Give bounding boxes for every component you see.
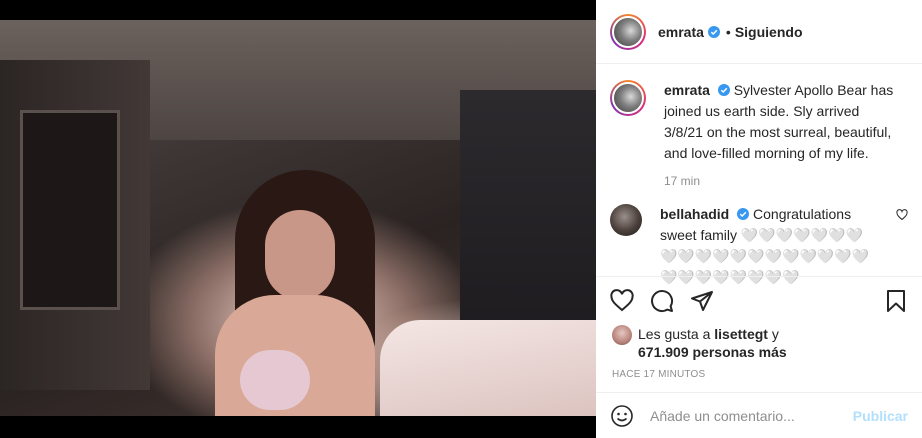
caption: emrata Sylvester Apollo Bear has joined … (610, 80, 908, 164)
following-button[interactable]: Siguiendo (735, 24, 803, 40)
likes-user-link[interactable]: lisettegt (714, 326, 768, 342)
add-comment-bar: Añade un comentario... Publicar (596, 392, 922, 438)
verified-badge-icon (707, 25, 720, 38)
photo-face (265, 210, 335, 300)
post-header: emrata • Siguiendo (596, 0, 922, 64)
caption-username[interactable]: emrata (664, 82, 710, 98)
author-username[interactable]: emrata (658, 24, 704, 40)
photo-sheet (380, 320, 596, 416)
author-avatar-ring[interactable] (610, 13, 646, 50)
comment-input[interactable]: Añade un comentario... (650, 408, 853, 424)
post-media (0, 0, 596, 438)
likes-summary: Les gusta a lisettegt y 671.909 personas… (596, 325, 922, 361)
likes-count-link[interactable]: 671.909 personas más (638, 344, 787, 360)
likes-text: Les gusta a lisettegt y 671.909 personas… (638, 325, 787, 361)
caption-avatar-ring[interactable] (610, 80, 646, 116)
smiley-icon[interactable] (610, 404, 634, 428)
verified-badge-icon (717, 84, 730, 96)
photo-window (460, 90, 596, 330)
commenter-avatar[interactable] (610, 204, 642, 236)
paper-plane-icon[interactable] (690, 289, 714, 313)
photo-baby (240, 350, 310, 410)
caption-time[interactable]: 17 min (664, 174, 908, 188)
likes-connector: y (771, 326, 779, 342)
caption-avatar (612, 82, 644, 114)
post-photo[interactable] (0, 20, 596, 416)
likes-prefix: Les gusta a (638, 326, 711, 342)
photo-door (20, 110, 120, 310)
comments-section: emrata Sylvester Apollo Bear has joined … (596, 64, 922, 285)
publish-button[interactable]: Publicar (853, 408, 908, 424)
post-timestamp[interactable]: HACE 17 MINUTOS (596, 369, 922, 380)
author-avatar (612, 15, 644, 48)
action-bar (596, 277, 922, 325)
liker-avatar[interactable] (612, 325, 632, 345)
post-side-panel: emrata • Siguiendo emrata Sylvester Apol… (596, 0, 922, 438)
verified-badge-icon (737, 208, 750, 220)
caption-text-block: emrata Sylvester Apollo Bear has joined … (664, 80, 900, 164)
heart-icon[interactable] (610, 289, 634, 313)
post-footer: Les gusta a lisettegt y 671.909 personas… (596, 276, 922, 380)
comment-username[interactable]: bellahadid (660, 206, 729, 222)
comment-bubble-icon[interactable] (650, 289, 674, 313)
header-separator: • (725, 23, 731, 40)
comment-heart-icon[interactable] (896, 208, 908, 221)
bookmark-icon[interactable] (884, 289, 908, 313)
